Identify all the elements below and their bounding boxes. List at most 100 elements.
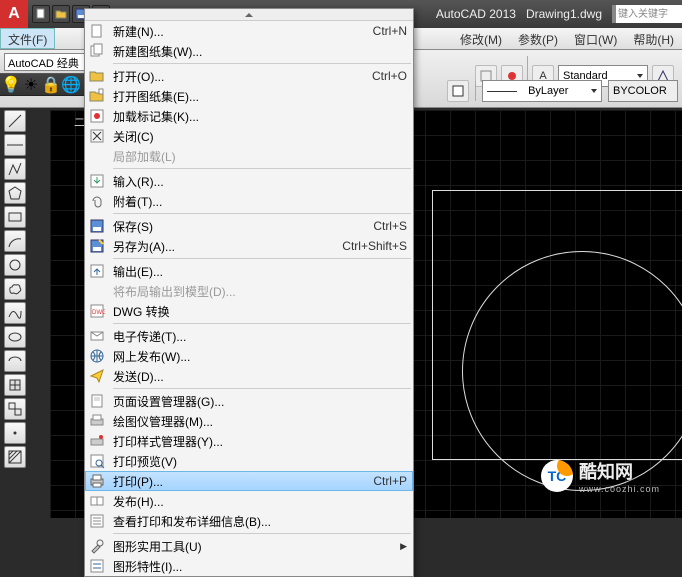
- export-icon: [87, 262, 107, 280]
- menu-item-import-icon[interactable]: 输入(R)...: [85, 171, 413, 191]
- rectangle-tool-icon[interactable]: [4, 206, 26, 228]
- insert-tool-icon[interactable]: [4, 374, 26, 396]
- send-icon: [87, 367, 107, 385]
- menu-param[interactable]: 参数(P): [510, 28, 566, 49]
- menu-item-label: 局部加载(L): [113, 148, 176, 165]
- menu-item-load-icon[interactable]: 加载标记集(K)...: [85, 106, 413, 126]
- menu-item-props-icon[interactable]: 图形特性(I)...: [85, 556, 413, 576]
- help-search-input[interactable]: 键入关键字: [612, 5, 682, 23]
- menu-item-open-icon[interactable]: 打开(O)...Ctrl+O: [85, 66, 413, 86]
- close-icon: [87, 127, 107, 145]
- menu-item-close-icon[interactable]: 关闭(C): [85, 126, 413, 146]
- menu-item-shortcut: Ctrl+P: [373, 474, 407, 488]
- open-icon: [87, 67, 107, 85]
- menu-item-label: 网上发布(W)...: [113, 348, 190, 365]
- polygon-tool-icon[interactable]: [4, 182, 26, 204]
- menu-item-utilities-icon[interactable]: 图形实用工具(U)▶: [85, 536, 413, 556]
- menu-modify[interactable]: 修改(M): [452, 28, 510, 49]
- menu-separator: [113, 388, 411, 389]
- menu-item-save-icon[interactable]: 保存(S)Ctrl+S: [85, 216, 413, 236]
- menu-scroll-up-icon[interactable]: [85, 9, 413, 21]
- new-icon: [87, 22, 107, 40]
- menu-item-preview-icon[interactable]: 打印预览(V): [85, 451, 413, 471]
- menu-item-attach-icon[interactable]: 附着(T)...: [85, 191, 413, 211]
- menu-window[interactable]: 窗口(W): [566, 28, 625, 49]
- spline-tool-icon[interactable]: [4, 302, 26, 324]
- etransmit-icon: [87, 327, 107, 345]
- menu-item-label: 打印(P)...: [113, 473, 163, 490]
- menu-item-label: 绘图仪管理器(M)...: [113, 413, 213, 430]
- draw-palette: [4, 110, 30, 468]
- menu-item-label: 电子传递(T)...: [113, 328, 186, 345]
- menu-item-label: 另存为(A)...: [113, 238, 175, 255]
- sheetset-icon: [87, 42, 107, 60]
- menu-item-dwg-icon[interactable]: DWGDWG 转换: [85, 301, 413, 321]
- attach-icon: [87, 192, 107, 210]
- point-tool-icon[interactable]: [4, 422, 26, 444]
- layer-sun-icon[interactable]: ☀: [22, 76, 40, 94]
- drawing-rectangle: [432, 190, 682, 460]
- web-icon: [87, 347, 107, 365]
- arc-tool-icon[interactable]: [4, 230, 26, 252]
- menu-help[interactable]: 帮助(H): [625, 28, 682, 49]
- preview-icon: [87, 452, 107, 470]
- hatch-tool-icon[interactable]: [4, 446, 26, 468]
- saveas-icon: [87, 237, 107, 255]
- publish-icon: [87, 492, 107, 510]
- svg-text:DWG: DWG: [92, 310, 105, 316]
- partial-icon: [87, 147, 107, 165]
- menu-item-label: 将布局输出到模型(D)...: [113, 283, 236, 300]
- menu-item-export-icon[interactable]: 输出(E)...: [85, 261, 413, 281]
- menu-item-label: 新建图纸集(W)...: [113, 43, 202, 60]
- ribbon-color-icon[interactable]: [447, 80, 469, 102]
- save-icon: [87, 217, 107, 235]
- qat-new-icon[interactable]: [32, 5, 50, 23]
- props-icon: [87, 557, 107, 575]
- layer-lock-icon[interactable]: 🔒: [42, 76, 60, 94]
- submenu-arrow-icon: ▶: [400, 541, 407, 552]
- menu-item-shortcut: Ctrl+O: [372, 69, 407, 83]
- menu-item-label: 加载标记集(K)...: [113, 108, 199, 125]
- menu-item-send-icon[interactable]: 发送(D)...: [85, 366, 413, 386]
- load-icon: [87, 107, 107, 125]
- block-tool-icon[interactable]: [4, 398, 26, 420]
- menu-item-export-layout-icon[interactable]: 将布局输出到模型(D)...: [85, 281, 413, 301]
- menu-item-partial-icon[interactable]: 局部加载(L): [85, 146, 413, 166]
- menu-item-label: 打印样式管理器(Y)...: [113, 433, 223, 450]
- menu-item-publish-icon[interactable]: 发布(H)...: [85, 491, 413, 511]
- pline-tool-icon[interactable]: [4, 158, 26, 180]
- menu-item-saveas-icon[interactable]: 另存为(A)...Ctrl+Shift+S: [85, 236, 413, 256]
- menu-item-label: 图形特性(I)...: [113, 558, 182, 575]
- ellipse-arc-tool-icon[interactable]: [4, 350, 26, 372]
- menu-item-plot-style-icon[interactable]: 打印样式管理器(Y)...: [85, 431, 413, 451]
- layer-bulb-icon[interactable]: 💡: [2, 76, 20, 94]
- watermark: TC 酷知网 www.coozhi.com: [531, 452, 670, 500]
- menu-item-web-icon[interactable]: 网上发布(W)...: [85, 346, 413, 366]
- revcloud-tool-icon[interactable]: [4, 278, 26, 300]
- menu-item-sheetset-open-icon[interactable]: 打开图纸集(E)...: [85, 86, 413, 106]
- lineweight-select[interactable]: BYCOLOR: [608, 80, 678, 102]
- circle-tool-icon[interactable]: [4, 254, 26, 276]
- menu-item-sheetset-icon[interactable]: 新建图纸集(W)...: [85, 41, 413, 61]
- ellipse-tool-icon[interactable]: [4, 326, 26, 348]
- import-icon: [87, 172, 107, 190]
- line-tool-icon[interactable]: [4, 110, 26, 132]
- menu-item-view-details-icon[interactable]: 查看打印和发布详细信息(B)...: [85, 511, 413, 531]
- menu-item-shortcut: Ctrl+N: [373, 24, 407, 38]
- plotter-icon: [87, 412, 107, 430]
- xline-tool-icon[interactable]: [4, 134, 26, 156]
- menu-file[interactable]: 文件(F): [0, 28, 55, 49]
- menu-item-label: 输入(R)...: [113, 173, 164, 190]
- linetype-select[interactable]: ByLayer: [482, 80, 602, 102]
- menu-separator: [113, 168, 411, 169]
- layer-globe-icon[interactable]: 🌐: [62, 76, 80, 94]
- export-layout-icon: [87, 282, 107, 300]
- menu-separator: [113, 533, 411, 534]
- menu-item-etransmit-icon[interactable]: 电子传递(T)...: [85, 326, 413, 346]
- menu-item-page-setup-icon[interactable]: 页面设置管理器(G)...: [85, 391, 413, 411]
- menu-item-new-icon[interactable]: 新建(N)...Ctrl+N: [85, 21, 413, 41]
- menu-item-plotter-icon[interactable]: 绘图仪管理器(M)...: [85, 411, 413, 431]
- app-logo-icon[interactable]: A: [0, 0, 28, 28]
- qat-open-icon[interactable]: [52, 5, 70, 23]
- menu-item-print-icon[interactable]: 打印(P)... Ctrl+P: [85, 471, 413, 491]
